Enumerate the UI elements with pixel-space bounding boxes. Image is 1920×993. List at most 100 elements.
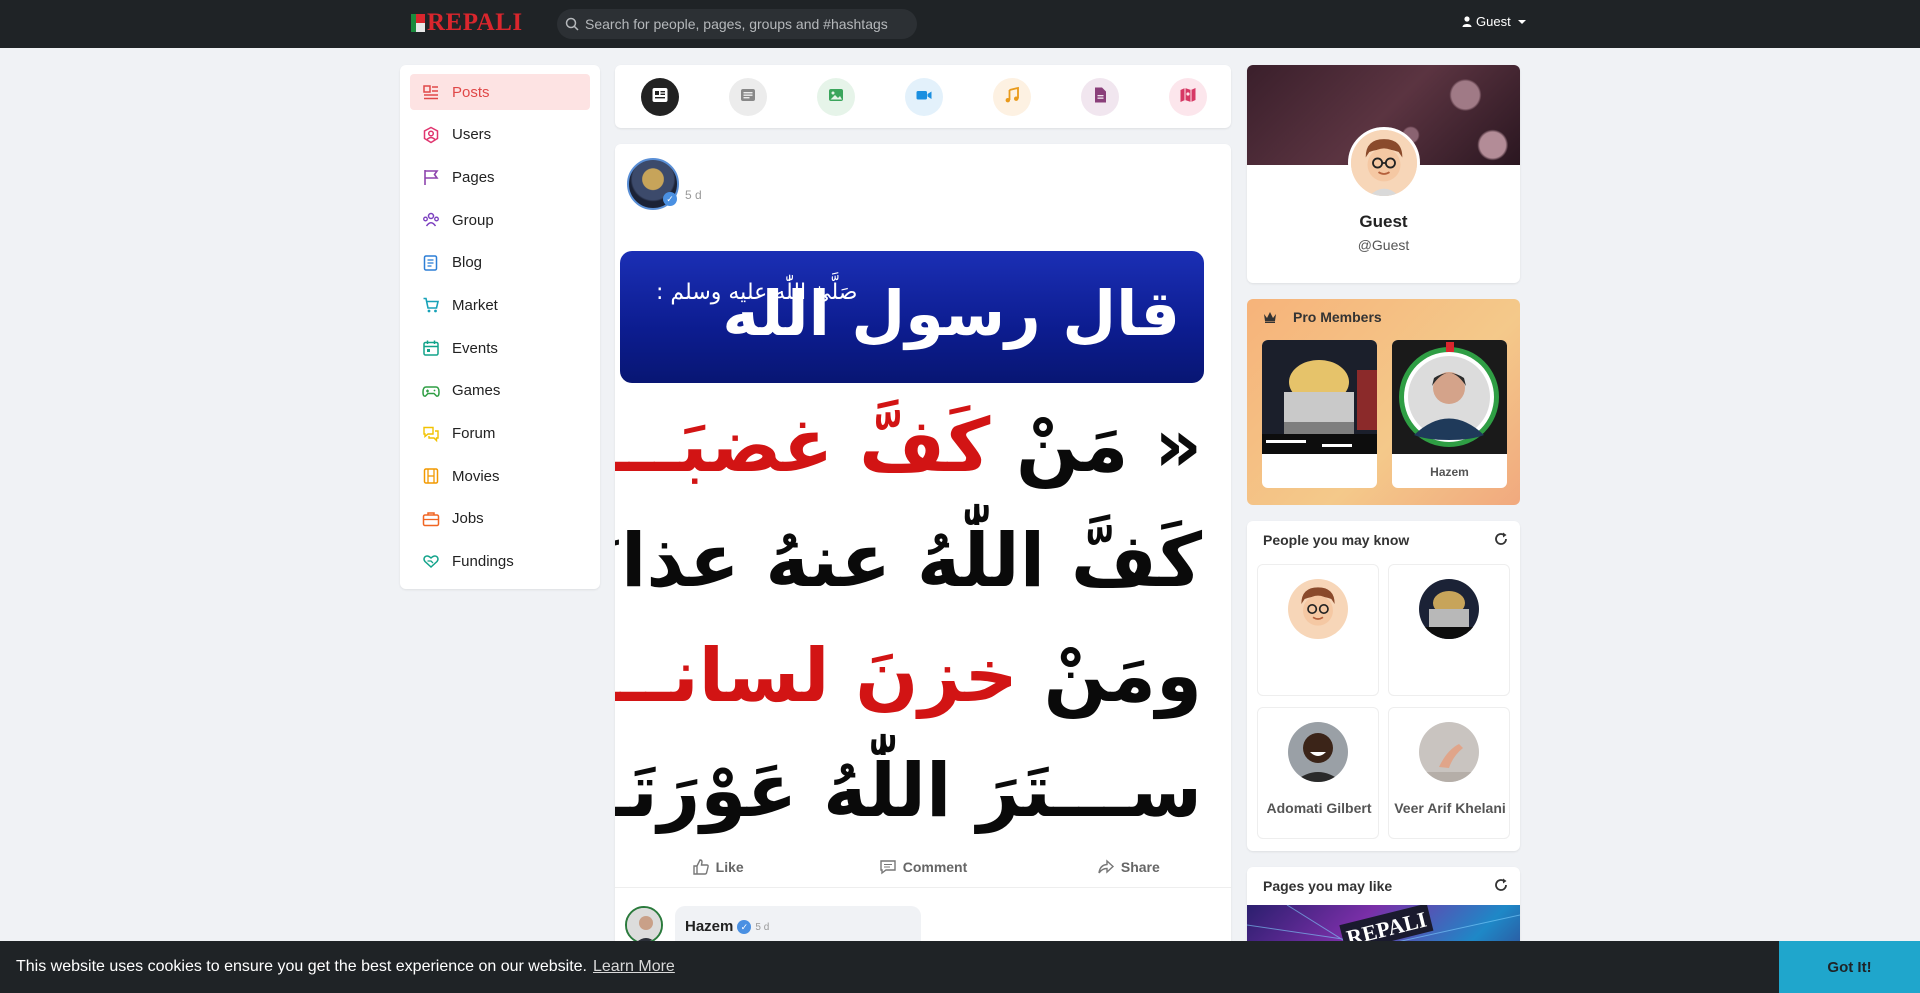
news-feed-icon <box>651 86 669 109</box>
comment-timestamp[interactable]: 5 d <box>755 922 769 933</box>
sidebar-item-blog[interactable]: Blog <box>410 245 590 281</box>
cookie-consent-bar: This website uses cookies to ensure you … <box>0 941 1920 993</box>
comment-author-name[interactable]: Hazem <box>685 918 733 935</box>
sidebar-item-forum[interactable]: Forum <box>410 416 590 452</box>
image-line-2: كَفَّ اللّٰهُ عنهُ عذابَهُ، <box>615 518 1202 604</box>
sidebar-item-label: Forum <box>452 425 496 442</box>
person-suggestion[interactable]: Adomati Gilbert <box>1257 707 1379 839</box>
sidebar-item-group[interactable]: Group <box>410 202 590 238</box>
cookie-message: This website uses cookies to ensure you … <box>16 958 587 975</box>
verified-badge-icon: ✓ <box>737 920 752 934</box>
comment-icon <box>880 859 896 874</box>
post-timestamp[interactable]: 5 d <box>685 188 702 202</box>
image-line-4: ســـتَرَ اللّٰهُ عَوْرَتَــــهُ، <box>615 748 1202 834</box>
logo-text: REPALI <box>427 9 523 36</box>
text-post-button[interactable] <box>729 78 767 116</box>
share-button[interactable]: Share <box>1026 858 1231 876</box>
pro-members-card: Pro Members ﻿﻿﻿﻿ ﻿﻿ Hazem <box>1247 299 1520 505</box>
sidebar-item-movies[interactable]: Movies <box>410 458 590 494</box>
text-post-icon <box>739 86 757 109</box>
heart-hand-icon <box>422 553 440 571</box>
search-icon <box>565 17 579 31</box>
top-navbar: REPALI Guest <box>0 0 1920 48</box>
image-post-icon <box>827 86 845 109</box>
user-menu-label: Guest <box>1476 14 1511 29</box>
comment-button[interactable]: Comment <box>820 858 1025 876</box>
sidebar-item-pages[interactable]: Pages <box>410 159 590 195</box>
refresh-icon[interactable] <box>1494 532 1508 546</box>
like-button[interactable]: Like <box>615 858 820 876</box>
profile-name[interactable]: Guest <box>1247 212 1520 232</box>
image-line-3-red: خزنَ لسانــــهُ <box>615 633 1018 719</box>
briefcase-icon <box>422 510 440 528</box>
site-logo[interactable]: REPALI <box>411 9 523 37</box>
cookie-learn-more-link[interactable]: Learn More <box>593 958 675 976</box>
calendar-icon <box>422 339 440 357</box>
thumbs-up-icon <box>692 858 709 875</box>
person-suggestion[interactable]: Veer Arif Khelani <box>1388 707 1510 839</box>
people-you-may-know-card: People you may know ﻿﻿﻿ ﻿﻿﻿﻿ ﻿﻿﻿﻿ ﻿﻿ Ado… <box>1247 521 1520 851</box>
map-post-button[interactable] <box>1169 78 1207 116</box>
people-you-may-know-title: People you may know <box>1263 532 1410 548</box>
sidebar-item-label: Posts <box>452 83 490 101</box>
sidebar-item-label: Users <box>452 126 492 144</box>
pro-member-avatar <box>1392 340 1507 454</box>
image-line-1-black: « مَنْ <box>1016 403 1202 489</box>
forum-icon <box>422 425 440 443</box>
sidebar-item-jobs[interactable]: Jobs <box>410 501 590 537</box>
comment-label: Comment <box>902 858 968 875</box>
sidebar-item-users[interactable]: Users <box>410 117 590 153</box>
sidebar-item-label: Games <box>452 382 501 400</box>
users-icon <box>422 126 440 144</box>
share-label: Share <box>1120 858 1160 875</box>
pro-member-item[interactable] <box>1262 340 1377 488</box>
sidebar-item-label: Market <box>452 296 498 314</box>
caret-down-icon <box>1517 19 1526 24</box>
logo-mark-icon <box>411 12 425 34</box>
sidebar-item-posts[interactable]: Posts <box>410 74 590 110</box>
sidebar-item-label: Pages <box>452 168 495 186</box>
audio-post-icon <box>1003 86 1021 109</box>
image-banner: قال رسول الله صَلَّىٰ اللّٰه عليه وسلم : <box>620 251 1204 383</box>
left-sidebar-nav: Posts Users Pages Group Blog Market Events Game… <box>400 65 600 589</box>
refresh-icon[interactable] <box>1494 878 1508 892</box>
search-bar[interactable] <box>557 9 917 39</box>
image-banner-honorific: صَلَّىٰ اللّٰه عليه وسلم : <box>656 280 858 305</box>
image-line-3-black: ومَنْ <box>1043 633 1202 719</box>
person-suggestion[interactable] <box>1388 564 1510 696</box>
news-feed-button[interactable] <box>641 78 679 116</box>
profile-card: Guest @Guest <box>1247 65 1520 283</box>
posts-icon <box>422 83 440 101</box>
sidebar-item-events[interactable]: Events <box>410 330 590 366</box>
sidebar-item-label: Movies <box>452 467 500 485</box>
post-author-name[interactable] <box>685 164 688 178</box>
image-post-button[interactable] <box>817 78 855 116</box>
pro-member-name: Hazem <box>1430 465 1469 479</box>
sidebar-item-games[interactable]: Games <box>410 373 590 409</box>
map-post-icon <box>1179 86 1197 109</box>
image-line-3: ومَنْ خزنَ لسانــــهُ <box>615 626 1202 726</box>
crown-icon <box>1264 312 1276 323</box>
sidebar-item-fundings[interactable]: Fundings <box>410 544 590 580</box>
comment-author-avatar[interactable] <box>625 906 663 944</box>
cookie-accept-button[interactable]: Got It! <box>1779 941 1920 993</box>
file-post-icon <box>1091 86 1109 109</box>
user-menu-dropdown[interactable]: Guest <box>1462 14 1526 29</box>
file-post-button[interactable] <box>1081 78 1119 116</box>
video-post-button[interactable] <box>905 78 943 116</box>
flag-icon <box>422 168 440 186</box>
person-suggestion[interactable] <box>1257 564 1379 696</box>
person-avatar <box>1288 579 1348 639</box>
person-name <box>1393 653 1507 665</box>
sidebar-item-label: Blog <box>452 254 483 272</box>
profile-avatar[interactable] <box>1348 127 1420 199</box>
post-type-selector <box>615 65 1231 128</box>
audio-post-button[interactable] <box>993 78 1031 116</box>
user-icon <box>1462 16 1472 27</box>
pro-members-title: Pro Members <box>1263 309 1382 325</box>
blog-icon <box>422 254 440 272</box>
search-input[interactable] <box>585 16 905 32</box>
profile-handle: @Guest <box>1357 237 1410 253</box>
pro-member-item[interactable]: Hazem <box>1392 340 1507 488</box>
sidebar-item-market[interactable]: Market <box>410 287 590 323</box>
